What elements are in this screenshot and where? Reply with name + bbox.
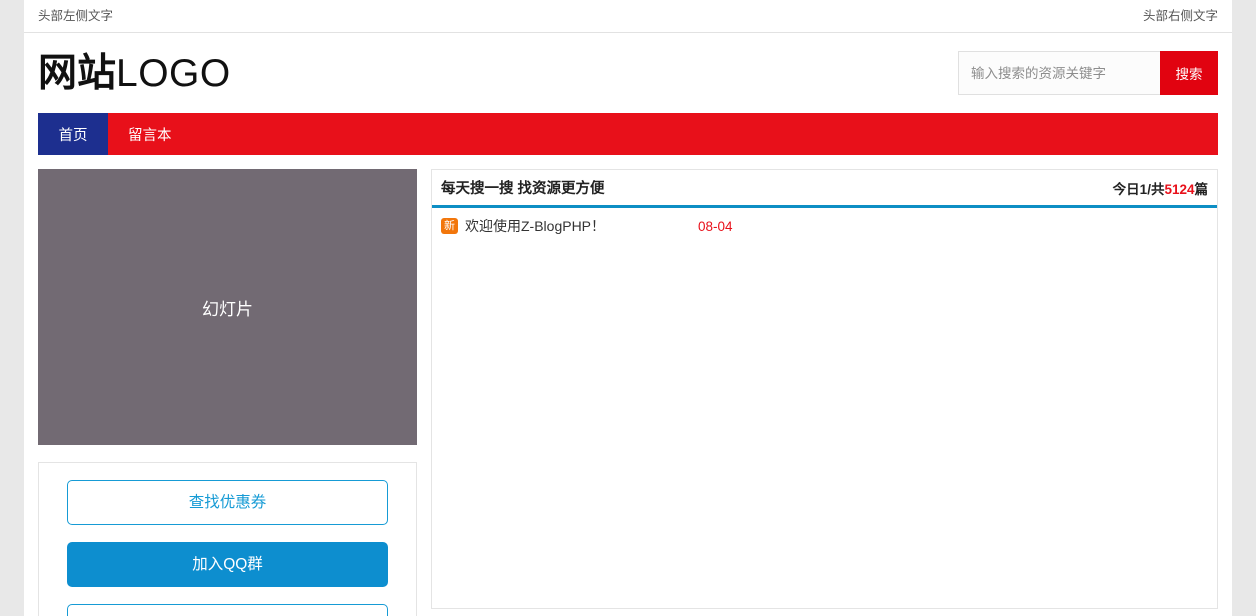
join-qq-group-button[interactable]: 加入QQ群 <box>67 542 388 587</box>
site-logo-en: LOGO <box>116 52 231 95</box>
new-badge-icon: 新 <box>441 218 458 234</box>
topbar-left-text: 头部左侧文字 <box>38 10 113 23</box>
site-logo[interactable]: 网站LOGO <box>38 54 231 93</box>
nav-item-home[interactable]: 首页 <box>38 113 108 155</box>
count-suffix-label: 篇 <box>1195 182 1209 197</box>
main-content: 每天搜一搜 找资源更方便 今日1/共5124篇 新 欢迎使用Z-BlogPHP！… <box>431 169 1218 609</box>
article-row: 新 欢迎使用Z-BlogPHP！ 08-04 <box>441 215 1208 237</box>
find-coupon-button[interactable]: 查找优惠券 <box>67 480 388 525</box>
count-prefix-label: 今日 <box>1113 182 1140 197</box>
search-button[interactable]: 搜索 <box>1160 51 1218 95</box>
article-date: 08-04 <box>698 219 733 234</box>
sidebar-button-card: 查找优惠券 加入QQ群 <box>38 462 417 616</box>
count-middle-label: /共 <box>1147 182 1164 197</box>
panel-title: 每天搜一搜 找资源更方便 <box>441 177 605 198</box>
main-navigation: 首页 留言本 <box>38 113 1218 155</box>
topbar: 头部左侧文字 头部右侧文字 <box>24 0 1232 33</box>
slideshow-placeholder[interactable]: 幻灯片 <box>38 169 417 445</box>
article-count-badge: 今日1/共5124篇 <box>1113 178 1208 198</box>
article-title-link[interactable]: 欢迎使用Z-BlogPHP！ <box>465 216 605 236</box>
page-container: 头部左侧文字 头部右侧文字 网站LOGO 搜索 首页 留言本 幻灯片 查找优惠券… <box>24 0 1232 616</box>
search-input[interactable] <box>958 51 1160 95</box>
article-panel: 每天搜一搜 找资源更方便 今日1/共5124篇 新 欢迎使用Z-BlogPHP！… <box>431 169 1218 609</box>
topbar-right-text: 头部右侧文字 <box>1143 10 1218 23</box>
content-columns: 幻灯片 查找优惠券 加入QQ群 每天搜一搜 找资源更方便 今日1/共5124篇 <box>24 155 1232 616</box>
site-logo-cn: 网站 <box>38 52 116 95</box>
sidebar: 幻灯片 查找优惠券 加入QQ群 <box>38 169 417 616</box>
article-panel-header: 每天搜一搜 找资源更方便 今日1/共5124篇 <box>432 170 1217 208</box>
article-list: 新 欢迎使用Z-BlogPHP！ 08-04 <box>432 208 1217 237</box>
nav-item-guestbook[interactable]: 留言本 <box>108 113 192 155</box>
sidebar-third-button[interactable] <box>67 604 388 616</box>
count-total-value: 5124 <box>1164 182 1194 197</box>
site-header: 网站LOGO 搜索 <box>24 33 1232 113</box>
slideshow-label: 幻灯片 <box>202 295 253 320</box>
search-box: 搜索 <box>958 51 1218 95</box>
